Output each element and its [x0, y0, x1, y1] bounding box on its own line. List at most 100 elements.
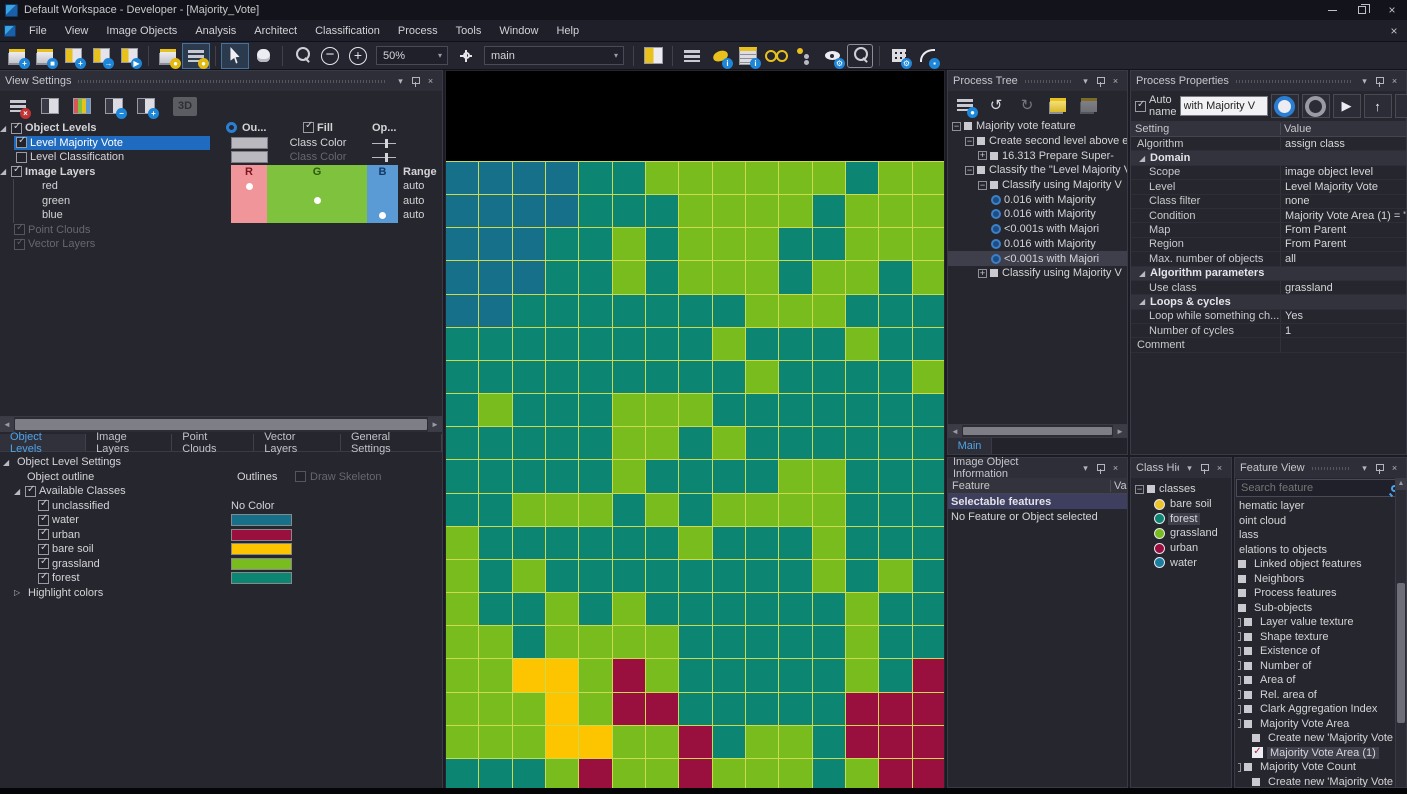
property-row[interactable]: MapFrom Parent [1131, 223, 1406, 237]
feature-item[interactable]: Majority Vote Count [1235, 760, 1406, 775]
process-name-input[interactable] [1180, 96, 1268, 116]
execute-all-icon[interactable] [1076, 93, 1102, 117]
map-cell[interactable] [779, 726, 811, 758]
map-cell[interactable] [446, 394, 478, 426]
map-cell[interactable] [579, 195, 611, 227]
property-row[interactable]: ◢Loops & cycles [1131, 295, 1406, 309]
menu-view[interactable]: View [56, 20, 98, 42]
map-cell[interactable] [446, 593, 478, 625]
execute-button[interactable]: ▶ [1333, 94, 1361, 118]
map-cell[interactable] [446, 527, 478, 559]
map-cell[interactable] [679, 295, 711, 327]
map-cell[interactable] [913, 394, 945, 426]
map-cell[interactable] [613, 527, 645, 559]
pin-icon[interactable] [1200, 463, 1209, 474]
map-cell[interactable] [646, 394, 678, 426]
process-tree-toggle-icon[interactable] [791, 44, 817, 68]
pin-icon[interactable] [1375, 463, 1384, 474]
process-tree-item[interactable]: −Classify using Majority V [948, 178, 1127, 193]
advanced-settings-icon[interactable] [1302, 94, 1330, 118]
map-cell[interactable] [613, 726, 645, 758]
class-color-swatch[interactable] [231, 558, 292, 570]
map-cell[interactable] [813, 626, 845, 658]
map-cell[interactable] [546, 494, 578, 526]
panel-menu-icon[interactable]: ▾ [1358, 463, 1371, 474]
map-cell[interactable] [546, 460, 578, 492]
menu-window[interactable]: Window [490, 20, 547, 42]
map-cell[interactable] [913, 560, 945, 592]
drag-handle[interactable] [1312, 467, 1351, 470]
map-cell[interactable] [879, 261, 911, 293]
map-cell[interactable] [913, 659, 945, 691]
map-cell[interactable] [646, 494, 678, 526]
map-cell[interactable] [679, 361, 711, 393]
map-cell[interactable] [513, 460, 545, 492]
map-cell[interactable] [813, 659, 845, 691]
pin-icon[interactable] [411, 76, 420, 87]
map-cell[interactable] [713, 527, 745, 559]
expand-box-icon[interactable]: + [978, 269, 987, 278]
tab-point-clouds[interactable]: Point Clouds [172, 434, 254, 451]
property-row[interactable]: ◢Algorithm parameters [1131, 267, 1406, 281]
map-cell[interactable] [746, 593, 778, 625]
map-cell[interactable] [646, 527, 678, 559]
outline-color-swatch[interactable] [231, 151, 268, 163]
scroll-left-arrow[interactable]: ◄ [948, 425, 962, 437]
map-cell[interactable] [679, 693, 711, 725]
expander-icon[interactable]: ◢ [1139, 269, 1150, 278]
edit-vectors-icon[interactable]: ▪ [914, 44, 940, 68]
map-cell[interactable] [913, 527, 945, 559]
map-cell[interactable] [613, 626, 645, 658]
map-cell[interactable] [446, 162, 478, 194]
map-cell[interactable] [446, 759, 478, 791]
map-cell[interactable] [579, 361, 611, 393]
class-item[interactable]: water [1131, 555, 1231, 570]
map-cell[interactable] [779, 427, 811, 459]
map-cell[interactable] [679, 460, 711, 492]
map-cell[interactable] [513, 295, 545, 327]
map-cell[interactable] [779, 659, 811, 691]
map-cell[interactable] [746, 427, 778, 459]
object-level-row[interactable]: Level ClassificationClass Color [0, 150, 442, 165]
menu-process[interactable]: Process [389, 20, 447, 42]
run-selected-process-icon[interactable]: ● [183, 44, 209, 68]
feature-item[interactable]: Neighbors [1235, 572, 1406, 587]
horizontal-scrollbar[interactable]: ◄ ► [948, 424, 1127, 437]
menu-analysis[interactable]: Analysis [186, 20, 245, 42]
map-cell[interactable] [879, 693, 911, 725]
map-cell[interactable] [613, 228, 645, 260]
map-cell[interactable] [879, 162, 911, 194]
menu-classification[interactable]: Classification [306, 20, 389, 42]
map-cell[interactable] [546, 261, 578, 293]
split-view-icon[interactable] [640, 44, 666, 68]
map-cell[interactable] [913, 427, 945, 459]
object-levels-header-row[interactable]: ◢Object LevelsOu...FillOp... [0, 121, 442, 136]
map-cell[interactable] [713, 228, 745, 260]
map-cell[interactable] [679, 195, 711, 227]
map-cell[interactable] [879, 593, 911, 625]
map-cell[interactable] [913, 593, 945, 625]
map-cell[interactable] [779, 759, 811, 791]
process-tree-item[interactable]: <0.001s with Majori [948, 251, 1127, 266]
selectable-features-group[interactable]: Selectable features [948, 494, 1127, 509]
tab-image-layers[interactable]: Image Layers [86, 434, 172, 451]
map-cell[interactable] [713, 394, 745, 426]
map-cell[interactable] [446, 560, 478, 592]
redo-icon[interactable]: ↻ [1014, 93, 1040, 117]
map-cell[interactable] [746, 494, 778, 526]
map-cell[interactable] [446, 261, 478, 293]
map-cell[interactable] [679, 593, 711, 625]
map-cell[interactable] [513, 195, 545, 227]
map-cell[interactable] [713, 494, 745, 526]
map-cell[interactable] [879, 659, 911, 691]
map-cell[interactable] [646, 693, 678, 725]
channel-cell[interactable] [367, 179, 398, 194]
map-cell[interactable] [846, 328, 878, 360]
map-cell[interactable] [879, 328, 911, 360]
map-cell[interactable] [513, 394, 545, 426]
class-visibility-checkbox[interactable] [38, 544, 49, 555]
map-cell[interactable] [613, 759, 645, 791]
outline-color-icon[interactable] [226, 122, 237, 133]
map-cell[interactable] [613, 394, 645, 426]
image-layer-row[interactable]: blueauto [0, 208, 442, 223]
